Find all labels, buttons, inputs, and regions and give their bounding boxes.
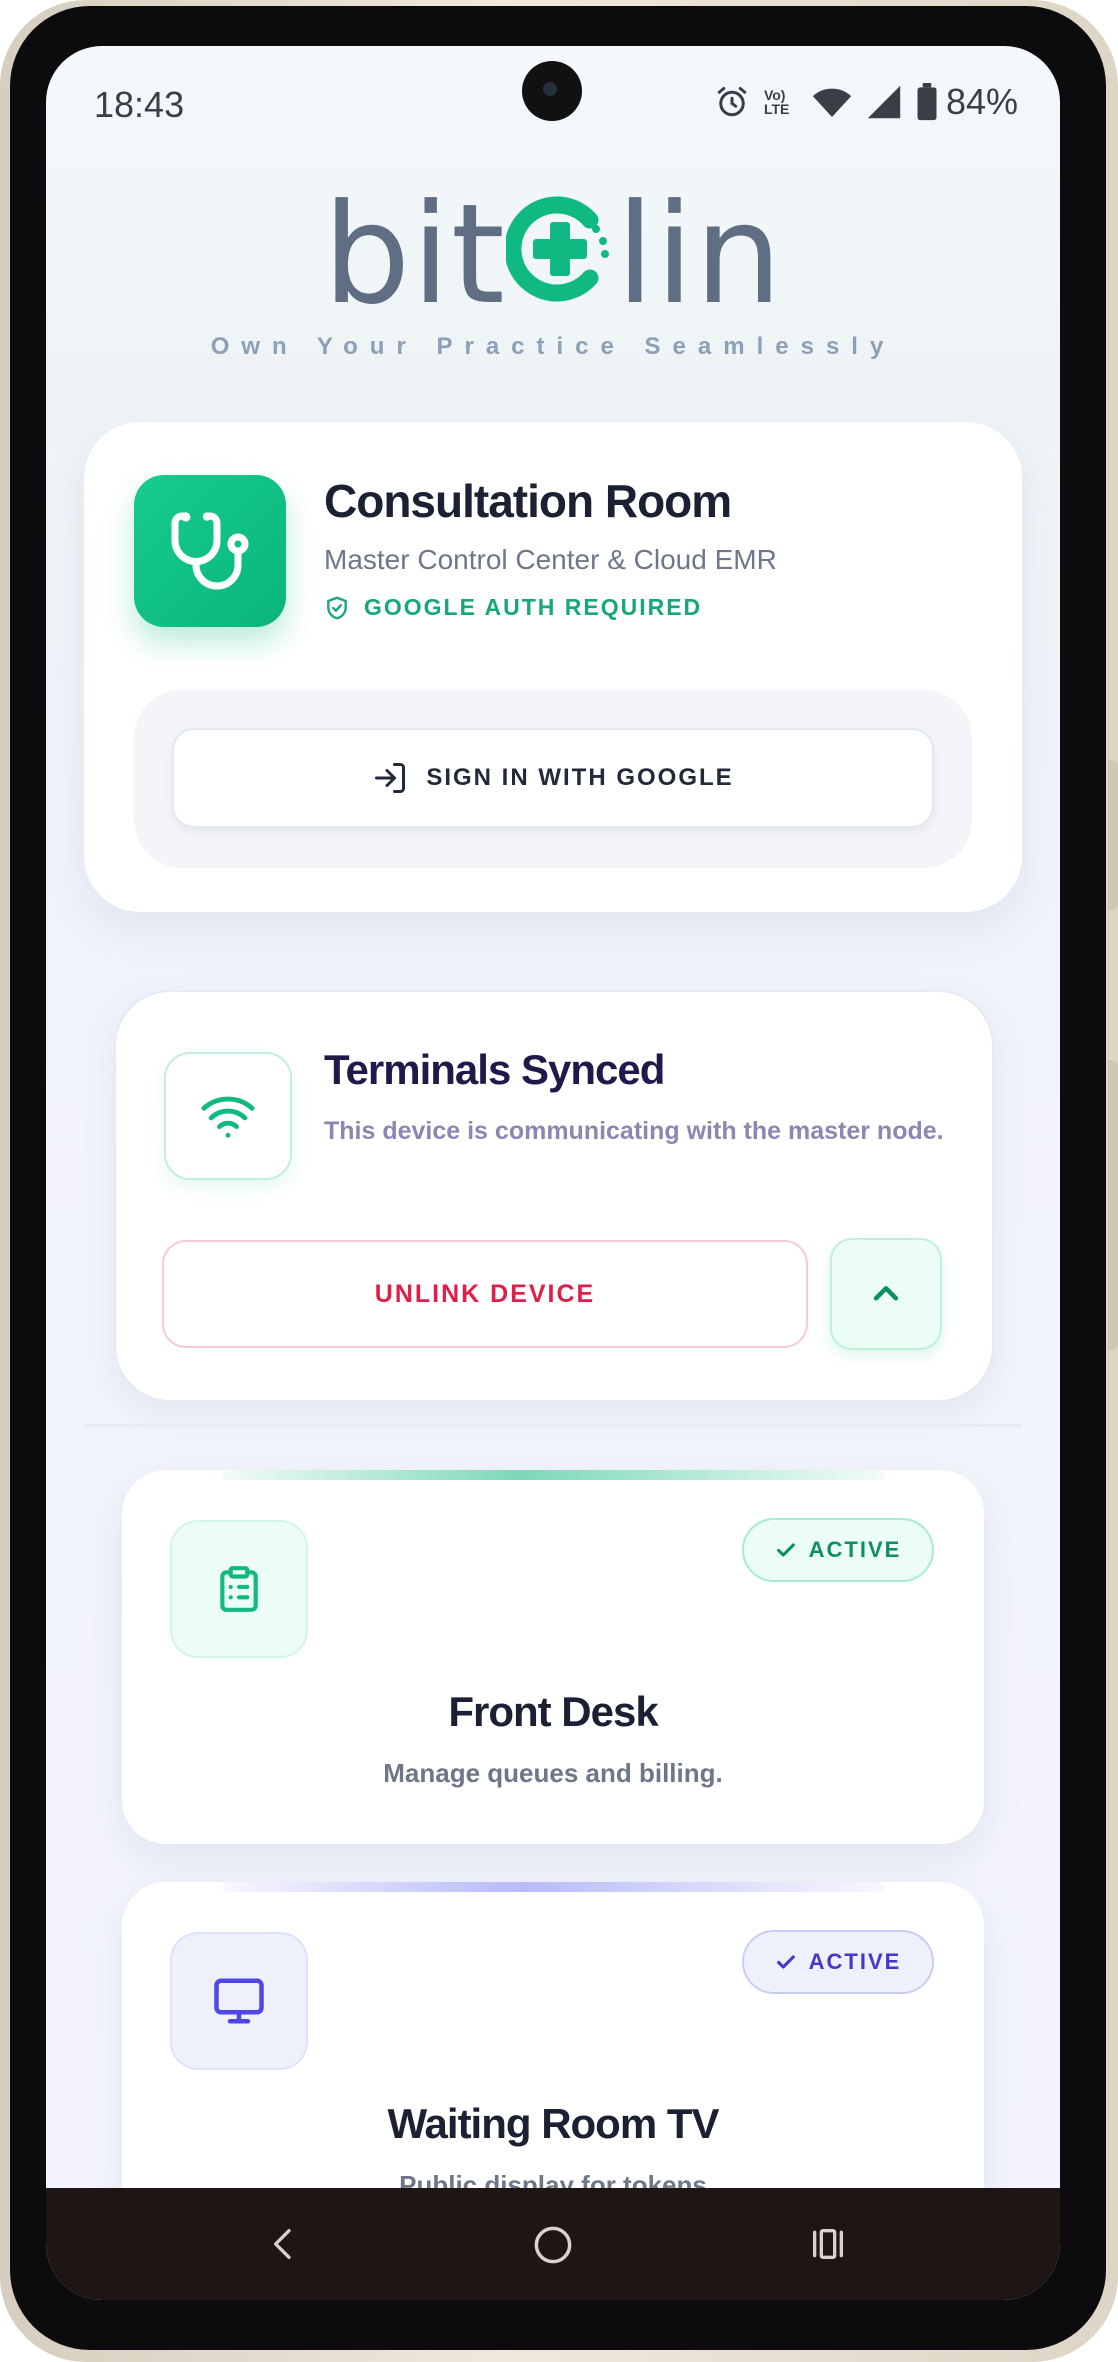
home-icon[interactable] <box>532 2224 574 2266</box>
app-logo: bit lin <box>46 186 1060 324</box>
front-camera <box>522 61 582 121</box>
back-icon[interactable] <box>264 2224 304 2264</box>
volte-icon: Vo) LTE <box>763 87 790 117</box>
module-title: Waiting Room TV <box>387 2100 719 2147</box>
module-card-front-desk[interactable]: ACTIVE Front Desk Manage queues and bill… <box>122 1470 984 1844</box>
front-desk-icon-tile <box>170 1520 308 1658</box>
sign-in-with-google-button[interactable]: SIGN IN WITH GOOGLE <box>172 728 934 828</box>
auth-notice-text: GOOGLE AUTH REQUIRED <box>364 594 703 620</box>
system-navigation-bar <box>46 2188 1060 2300</box>
clipboard-icon <box>220 1566 258 1612</box>
collapse-button[interactable] <box>830 1238 942 1350</box>
status-badge: ACTIVE <box>742 1930 934 1994</box>
screen: 18:43 Vo) LTE 84% bit lin Own Your Practi… <box>46 46 1060 2300</box>
recents-icon[interactable] <box>808 2224 848 2264</box>
signal-icon <box>867 85 901 119</box>
card-subtitle: Master Control Center & Cloud EMR <box>324 544 777 575</box>
tagline: Own Your Practice Seamlessly <box>210 333 896 360</box>
app-icon <box>134 475 286 627</box>
logo-word-right: lin <box>615 174 784 335</box>
card-accent-bar <box>222 1882 884 1892</box>
battery-percentage: 84% <box>945 81 1018 122</box>
check-icon <box>776 1955 795 1969</box>
sync-description: This device is communicating with the ma… <box>324 1117 944 1145</box>
login-icon <box>375 763 406 793</box>
signin-container: SIGN IN WITH GOOGLE <box>134 690 972 868</box>
module-title: Front Desk <box>448 1688 658 1735</box>
wifi-signal-icon <box>201 1096 255 1138</box>
card-accent-bar <box>222 1470 884 1480</box>
status-time: 18:43 <box>94 84 185 125</box>
unlink-label: UNLINK DEVICE <box>374 1279 596 1308</box>
sync-title: Terminals Synced <box>324 1046 665 1093</box>
chevron-up-icon <box>873 1286 899 1301</box>
shield-check-icon <box>327 596 347 619</box>
phone-frame: 18:43 Vo) LTE 84% bit lin Own Your Practi… <box>0 0 1118 2362</box>
status-icons: Vo) LTE 84% <box>714 80 1018 124</box>
unlink-device-button[interactable]: UNLINK DEVICE <box>162 1240 808 1348</box>
waiting-room-icon-tile <box>170 1932 308 2070</box>
medical-cross-icon <box>505 196 609 302</box>
sign-in-label: SIGN IN WITH GOOGLE <box>426 764 734 791</box>
wifi-tile <box>164 1052 292 1180</box>
wifi-icon <box>812 88 852 117</box>
auth-notice: GOOGLE AUTH REQUIRED <box>324 594 702 621</box>
status-badge: ACTIVE <box>742 1518 934 1582</box>
status-bar: 18:43 Vo) LTE 84% <box>46 46 1060 156</box>
power-button <box>1108 1060 1118 1350</box>
section-divider <box>84 1424 1022 1427</box>
module-description: Manage queues and billing. <box>383 1758 723 1788</box>
logo-word-left: bit <box>322 174 506 335</box>
battery-icon <box>917 83 937 121</box>
badge-label: ACTIVE <box>808 1949 902 1974</box>
badge-label: ACTIVE <box>808 1537 902 1562</box>
volume-button <box>1108 760 1118 910</box>
monitor-icon <box>214 1978 264 2024</box>
consultation-room-card: Consultation Room Master Control Center … <box>84 422 1022 912</box>
stethoscope-icon <box>171 512 249 590</box>
alarm-icon <box>717 87 747 117</box>
check-icon <box>776 1543 795 1557</box>
terminals-synced-card: Terminals Synced This device is communic… <box>114 990 994 1402</box>
card-title: Consultation Room <box>324 475 732 527</box>
